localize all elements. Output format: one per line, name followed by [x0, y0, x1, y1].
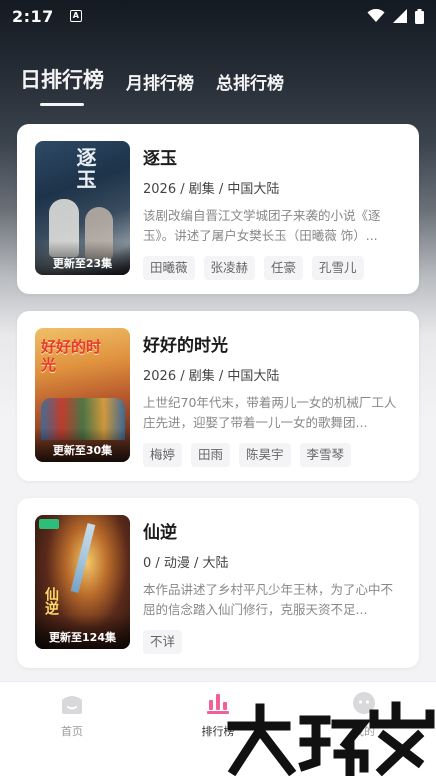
- card-description: 上世纪70年代末，带着两儿一女的机械厂工人庄先进，迎娶了带着一儿一女的歌舞团..…: [143, 395, 397, 430]
- cast-tag[interactable]: 梅婷: [143, 443, 183, 467]
- card-info: 好好的时光 2026 / 剧集 / 中国大陆 上世纪70年代末，带着两儿一女的机…: [143, 331, 405, 467]
- signal-icon: [393, 9, 407, 23]
- poster-2[interactable]: 好好的时光 更新至30集: [35, 328, 130, 462]
- cast-tag[interactable]: 不详: [143, 630, 183, 654]
- poster-title-art: 仙逆: [43, 587, 59, 615]
- update-badge: 更新至30集: [35, 428, 130, 462]
- tab-daily[interactable]: 日排行榜: [20, 64, 104, 106]
- ranking-card-2[interactable]: 好好的时光 更新至30集 好好的时光 2026 / 剧集 / 中国大陆 上世纪7…: [17, 311, 419, 481]
- cast-tag[interactable]: 张凌赫: [203, 256, 256, 280]
- battery-icon: [415, 8, 424, 24]
- nav-home[interactable]: 首页: [32, 690, 112, 739]
- cast-tags: 梅婷 田雨 陈昊宇 李雪琴: [143, 443, 405, 467]
- ranking-card-3[interactable]: 仙逆 更新至124集 仙逆 0 / 动漫 / 大陆 本作品讲述了乡村平凡少年王林…: [17, 498, 419, 668]
- poster-title-art: 逐玉: [73, 147, 97, 191]
- cast-tags: 不详: [143, 630, 405, 654]
- update-badge: 更新至23集: [35, 241, 130, 275]
- card-description: 该剧改编自晋江文学城团子来袭的小说《逐玉》。讲述了屠户女樊长玉（田曦薇 饰）..…: [143, 208, 381, 243]
- card-description: 本作品讲述了乡村平凡少年王林，为了心中不屈的信念踏入仙门修行，克服天资不足...: [143, 582, 394, 617]
- tab-monthly[interactable]: 月排行榜: [126, 69, 194, 106]
- card-info: 仙逆 0 / 动漫 / 大陆 本作品讲述了乡村平凡少年王林，为了心中不屈的信念踏…: [143, 518, 405, 654]
- cast-tag[interactable]: 田雨: [191, 443, 231, 467]
- card-meta: 0 / 动漫 / 大陆: [143, 556, 229, 571]
- ranking-card-1[interactable]: 逐玉 更新至23集 逐玉 2026 / 剧集 / 中国大陆 该剧改编自晋江文学城…: [17, 124, 419, 294]
- card-meta: 2026 / 剧集 / 中国大陆: [143, 182, 280, 197]
- poster-1[interactable]: 逐玉 更新至23集: [35, 141, 130, 275]
- card-title[interactable]: 仙逆: [143, 518, 405, 543]
- nav-home-label: 首页: [61, 725, 83, 738]
- card-title[interactable]: 好好的时光: [143, 331, 405, 356]
- poster-3[interactable]: 仙逆 更新至124集: [35, 515, 130, 649]
- cast-tag[interactable]: 陈昊宇: [239, 443, 291, 467]
- wifi-icon: [367, 9, 385, 22]
- cast-tags: 田曦薇 张凌赫 任豪 孔雪儿: [143, 256, 405, 280]
- ranking-tabs: 日排行榜 月排行榜 总排行榜: [20, 62, 284, 106]
- watermark-logo: [227, 701, 435, 776]
- cast-tag[interactable]: 孔雪儿: [312, 256, 364, 280]
- card-title[interactable]: 逐玉: [143, 144, 405, 169]
- update-badge: 更新至124集: [35, 615, 130, 649]
- cast-tag[interactable]: 任豪: [264, 256, 304, 280]
- platform-badge: [39, 519, 59, 529]
- status-time: 2:17: [12, 6, 54, 26]
- status-bar: 2:17 A: [0, 0, 436, 32]
- poster-title-art: 好好的时光: [41, 338, 102, 374]
- cast-tag[interactable]: 田曦薇: [143, 256, 195, 280]
- tab-total[interactable]: 总排行榜: [216, 69, 284, 106]
- card-meta: 2026 / 剧集 / 中国大陆: [143, 369, 280, 384]
- a-badge-icon: A: [69, 10, 82, 22]
- card-info: 逐玉 2026 / 剧集 / 中国大陆 该剧改编自晋江文学城团子来袭的小说《逐玉…: [143, 144, 405, 280]
- home-icon: [62, 696, 82, 714]
- cast-tag[interactable]: 李雪琴: [299, 443, 352, 467]
